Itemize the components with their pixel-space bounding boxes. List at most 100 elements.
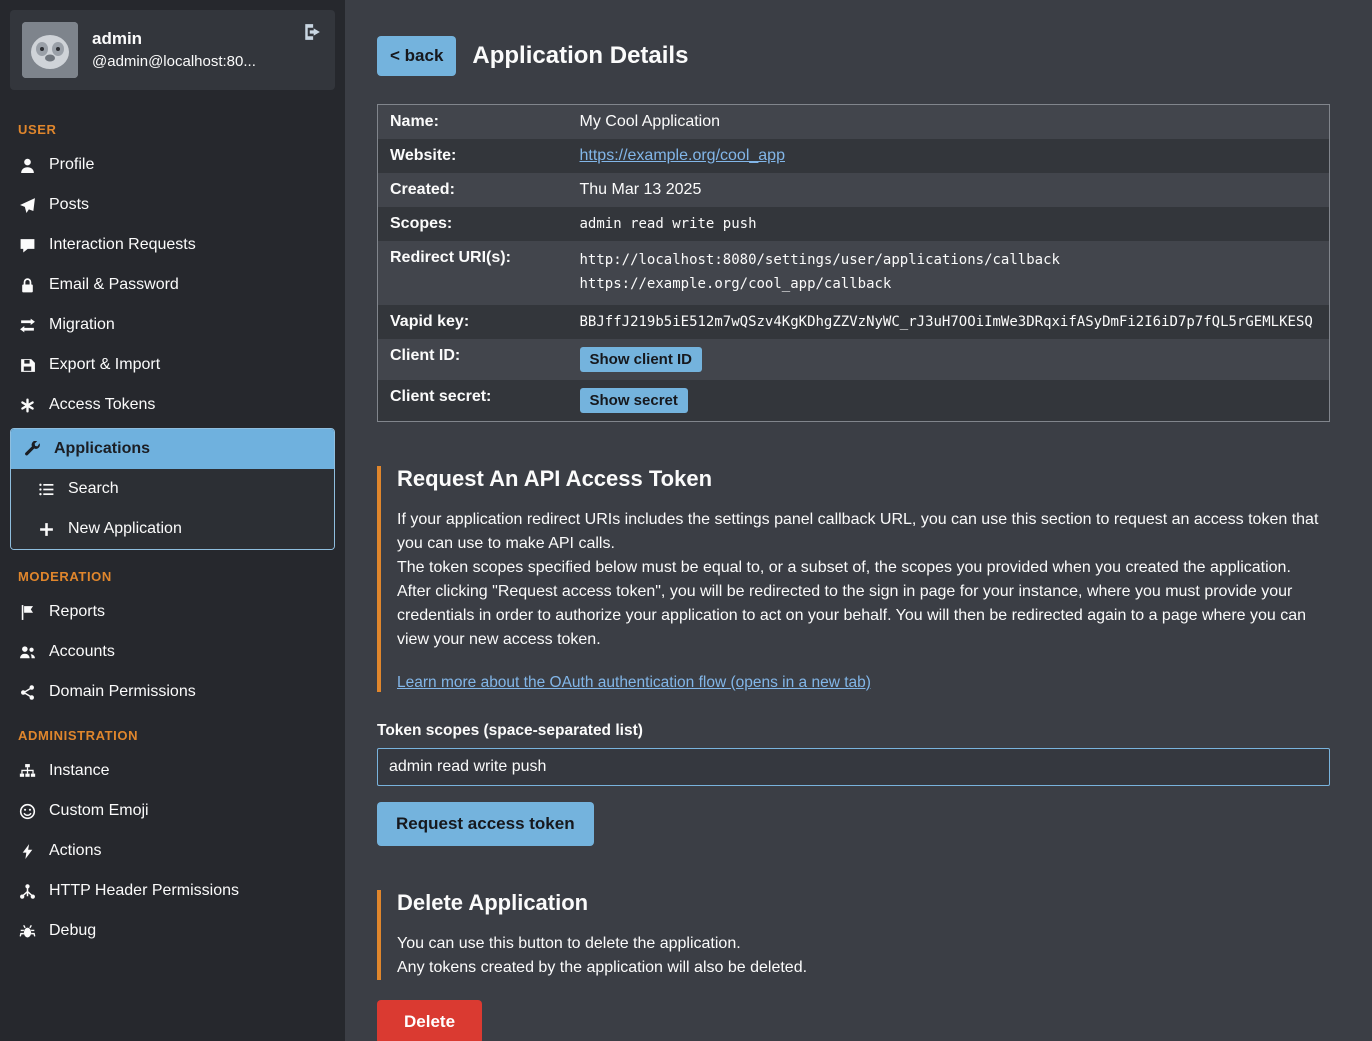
sidebar-item-accounts[interactable]: Accounts (0, 632, 345, 672)
request-token-paragraph-1: If your application redirect URIs includ… (397, 508, 1330, 556)
sidebar-item-label: Domain Permissions (49, 683, 196, 701)
users-icon (18, 644, 36, 661)
back-button[interactable]: < back (377, 36, 456, 76)
delete-application-section: Delete Application You can use this butt… (377, 890, 1330, 980)
sidebar-item-access-tokens[interactable]: Access Tokens (0, 385, 345, 425)
request-token-section: Request An API Access Token If your appl… (377, 466, 1330, 692)
asterisk-icon (18, 397, 36, 414)
table-row-redirect-uris: Redirect URI(s): http://localhost:8080/s… (378, 241, 1330, 305)
sidebar-item-label: Access Tokens (49, 396, 155, 414)
row-value: My Cool Application (568, 105, 1330, 140)
oauth-docs-link[interactable]: Learn more about the OAuth authenticatio… (397, 674, 871, 691)
show-secret-button[interactable]: Show secret (580, 388, 688, 413)
website-link[interactable]: https://example.org/cool_app (580, 147, 785, 164)
row-label: Scopes: (378, 207, 568, 241)
request-token-paragraph-3: After clicking "Request access token", y… (397, 580, 1330, 652)
nav-section-user: USER (0, 106, 345, 145)
paper-plane-icon (18, 197, 36, 214)
sidebar-item-label: Actions (49, 842, 101, 860)
list-icon (37, 481, 55, 498)
sidebar-item-new-application[interactable]: New Application (11, 509, 334, 549)
token-scopes-input[interactable] (377, 748, 1330, 786)
delete-button[interactable]: Delete (377, 1000, 482, 1041)
tools-icon (23, 441, 41, 458)
sidebar-item-export-import[interactable]: Export & Import (0, 345, 345, 385)
save-icon (18, 357, 36, 374)
sidebar-item-label: Export & Import (49, 356, 160, 374)
row-label: Vapid key: (378, 305, 568, 339)
request-token-title: Request An API Access Token (397, 466, 1330, 492)
table-row-name: Name: My Cool Application (378, 105, 1330, 140)
sidebar-item-applications[interactable]: Applications (11, 429, 334, 469)
sidebar-item-label: Search (68, 480, 119, 498)
logout-icon (303, 22, 321, 42)
sidebar-item-label: Reports (49, 603, 105, 621)
sidebar-item-label: New Application (68, 520, 182, 538)
sidebar-item-label: Profile (49, 156, 94, 174)
sidebar-item-label: Interaction Requests (49, 236, 196, 254)
row-label: Client secret: (378, 380, 568, 422)
bolt-icon (18, 843, 36, 860)
sidebar-item-actions[interactable]: Actions (0, 831, 345, 871)
row-label: Website: (378, 139, 568, 173)
sidebar-item-label: Custom Emoji (49, 802, 149, 820)
row-label: Redirect URI(s): (378, 241, 568, 305)
row-value: Thu Mar 13 2025 (568, 173, 1330, 207)
request-access-token-button[interactable]: Request access token (377, 802, 594, 846)
migration-arrows-icon (18, 317, 36, 334)
row-label: Client ID: (378, 339, 568, 380)
sidebar-item-label: Applications (54, 440, 150, 458)
sidebar-item-custom-emoji[interactable]: Custom Emoji (0, 791, 345, 831)
sidebar-item-applications-search[interactable]: Search (11, 469, 334, 509)
user-handle: @admin@localhost:80... (92, 51, 256, 73)
comment-icon (18, 237, 36, 254)
sidebar-item-label: Instance (49, 762, 109, 780)
delete-application-title: Delete Application (397, 890, 1330, 916)
table-row-website: Website: https://example.org/cool_app (378, 139, 1330, 173)
table-row-created: Created: Thu Mar 13 2025 (378, 173, 1330, 207)
sidebar-nav: USER Profile Posts Interaction Requests … (0, 100, 345, 971)
nav-section-moderation: MODERATION (0, 553, 345, 592)
sidebar-item-profile[interactable]: Profile (0, 145, 345, 185)
sidebar-item-label: Debug (49, 922, 96, 940)
scopes-value: admin read write push (568, 207, 1330, 241)
show-client-id-button[interactable]: Show client ID (580, 347, 703, 372)
table-row-vapid-key: Vapid key: BBJffJ219b5iE512m7wQSzv4KgKDh… (378, 305, 1330, 339)
page-header: < back Application Details (377, 36, 1330, 76)
token-scopes-label: Token scopes (space-separated list) (377, 722, 1330, 740)
smiley-icon (18, 803, 36, 820)
table-row-scopes: Scopes: admin read write push (378, 207, 1330, 241)
avatar (22, 22, 78, 78)
request-token-paragraph-2: The token scopes specified below must be… (397, 556, 1330, 580)
sidebar-item-label: Migration (49, 316, 115, 334)
sidebar-item-label: Posts (49, 196, 89, 214)
table-row-client-id: Client ID: Show client ID (378, 339, 1330, 380)
flag-icon (18, 604, 36, 621)
sidebar-item-debug[interactable]: Debug (0, 911, 345, 951)
sidebar-item-email-password[interactable]: Email & Password (0, 265, 345, 305)
page-title: Application Details (472, 42, 688, 70)
sidebar: admin @admin@localhost:80... USER Profil… (0, 0, 345, 1041)
sidebar-item-migration[interactable]: Migration (0, 305, 345, 345)
sidebar-item-domain-permissions[interactable]: Domain Permissions (0, 672, 345, 712)
logout-button[interactable] (303, 22, 321, 45)
redirect-uri-2: https://example.org/cool_app/callback (580, 273, 1318, 297)
sidebar-item-label: HTTP Header Permissions (49, 882, 239, 900)
sidebar-item-posts[interactable]: Posts (0, 185, 345, 225)
share-nodes-icon (18, 684, 36, 701)
delete-paragraph-1: You can use this button to delete the ap… (397, 932, 1330, 956)
user-meta: admin @admin@localhost:80... (92, 27, 256, 73)
user-card[interactable]: admin @admin@localhost:80... (10, 10, 335, 90)
header-permissions-icon (18, 883, 36, 900)
lock-icon (18, 277, 36, 294)
sidebar-item-instance[interactable]: Instance (0, 751, 345, 791)
table-row-client-secret: Client secret: Show secret (378, 380, 1330, 422)
main-content: < back Application Details Name: My Cool… (345, 0, 1372, 1041)
bug-icon (18, 923, 36, 940)
sidebar-item-http-header-permissions[interactable]: HTTP Header Permissions (0, 871, 345, 911)
sidebar-item-reports[interactable]: Reports (0, 592, 345, 632)
sidebar-item-interaction-requests[interactable]: Interaction Requests (0, 225, 345, 265)
user-name: admin (92, 27, 256, 52)
vapid-key-value: BBJffJ219b5iE512m7wQSzv4KgKDhgZZVzNyWC_r… (568, 305, 1330, 339)
row-label: Name: (378, 105, 568, 140)
